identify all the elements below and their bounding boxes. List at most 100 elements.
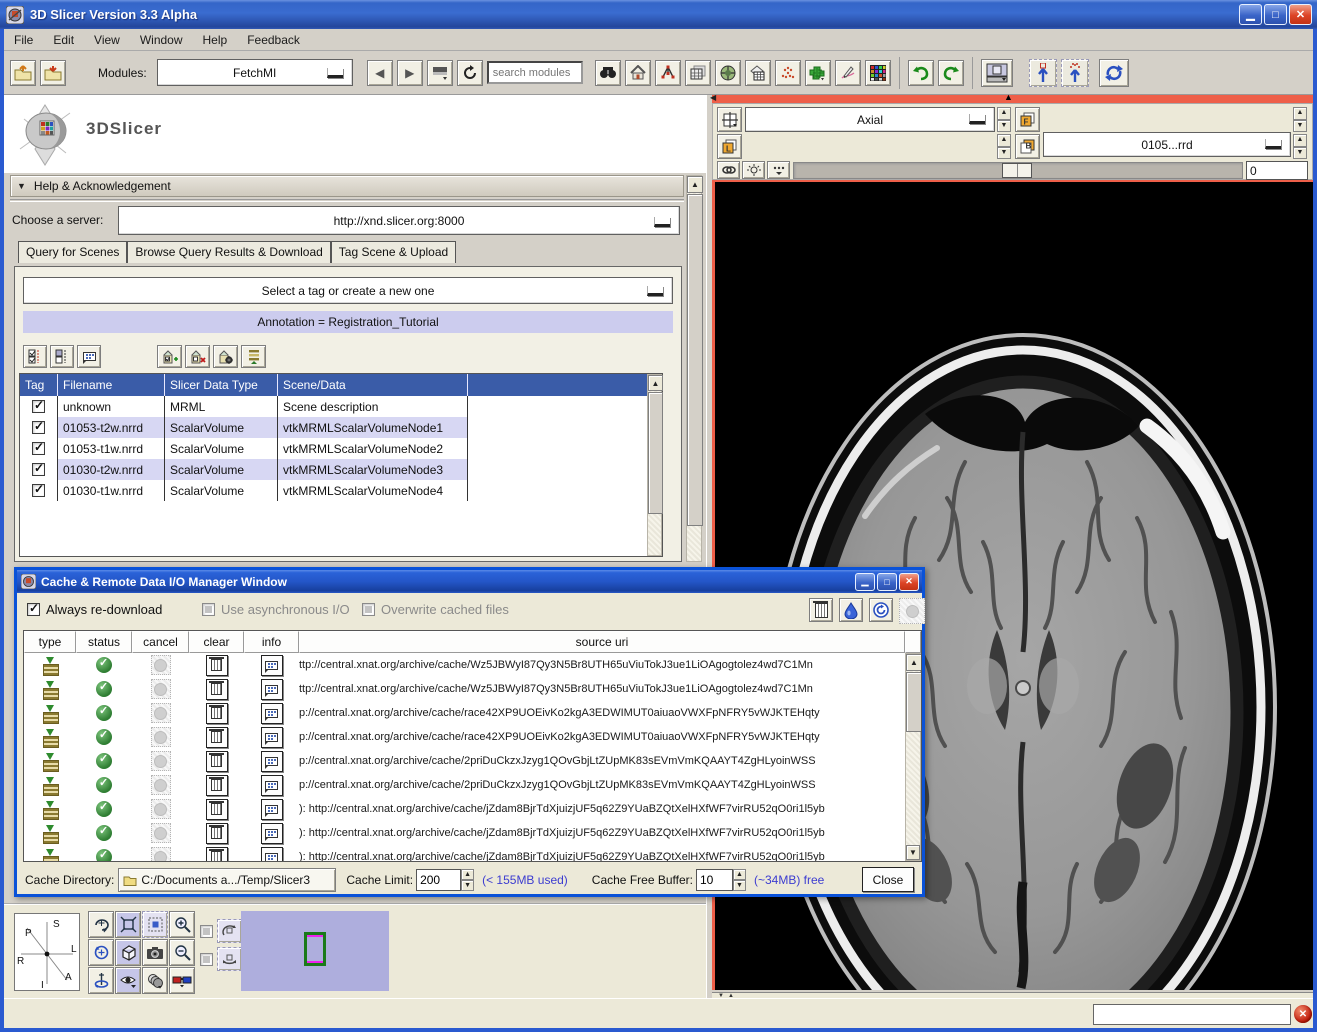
col-source-uri[interactable]: source uri [299, 631, 905, 653]
uri-info-button[interactable] [261, 751, 283, 772]
remove-tag-button[interactable] [185, 345, 210, 368]
transfer-row[interactable]: p://central.xnat.org/archive/cache/2priD… [24, 749, 921, 773]
overwrite-cached-checkbox[interactable] [362, 603, 375, 616]
menu-help[interactable]: Help [193, 30, 238, 50]
uri-info-button[interactable] [261, 799, 283, 820]
load-scene-button[interactable] [10, 60, 36, 86]
home-module-button[interactable] [625, 60, 651, 86]
row-info-button[interactable] [77, 345, 101, 368]
select-all-rows-button[interactable] [23, 345, 47, 368]
col-type[interactable]: type [24, 631, 76, 653]
collapse-left-icon[interactable]: ◀ [710, 93, 716, 102]
uri-info-button[interactable] [261, 823, 283, 844]
status-message-field[interactable] [1093, 1004, 1291, 1025]
transfer-row[interactable]: ttp://central.xnat.org/archive/cache/Wz5… [24, 653, 921, 677]
tab-query-for-scenes[interactable]: Query for Scenes [18, 241, 127, 263]
roi-module-button[interactable] [805, 60, 831, 86]
table-row[interactable]: 01030-t1w.nrrd ScalarVolume vtkMRMLScala… [20, 480, 662, 501]
fiducial-place-button[interactable] [1061, 59, 1089, 87]
scroll-down-arrow[interactable]: ▼ [906, 845, 920, 860]
slice-color-bar[interactable]: ◀ ▲ [712, 95, 1313, 103]
refresh-cache-size-button[interactable] [839, 598, 863, 622]
col-cancel[interactable]: cancel [132, 631, 189, 653]
orientation-spinner[interactable]: ▲▼ [997, 107, 1011, 132]
dialog-title-bar[interactable]: Cache & Remote Data I/O Manager Window ▁… [17, 570, 922, 593]
row-checkbox[interactable] [32, 400, 45, 413]
error-log-button[interactable]: ✕ [1294, 1005, 1312, 1023]
clear-entry-button[interactable] [206, 727, 228, 748]
module-panel-scrollbar[interactable]: ▲ [686, 175, 702, 562]
cube-view-button[interactable] [115, 939, 141, 966]
slice-offset-slider[interactable] [793, 162, 1243, 179]
transfer-row[interactable]: p://central.xnat.org/archive/cache/2priD… [24, 773, 921, 797]
clear-entry-button[interactable] [206, 655, 228, 676]
scrollbar-thumb[interactable] [687, 194, 703, 526]
foreground-spinner[interactable]: ▲▼ [1293, 107, 1307, 132]
background-spinner[interactable]: ▲▼ [1293, 134, 1307, 159]
foreground-volume-dropdown[interactable]: 0105...rrd [1043, 132, 1291, 157]
foreground-layer-button[interactable]: F [1015, 107, 1040, 132]
table-row[interactable]: 01053-t2w.nrrd ScalarVolume vtkMRMLScala… [20, 417, 662, 438]
cancel-disabled-icon[interactable] [151, 775, 171, 795]
title-bar[interactable]: 3D Slicer Version 3.3 Alpha ▁ □ ✕ [0, 0, 1317, 29]
navigation-preview[interactable] [241, 911, 389, 991]
cancel-disabled-icon[interactable] [151, 799, 171, 819]
module-refresh-button[interactable] [457, 60, 483, 86]
volumes-module-button[interactable] [685, 60, 711, 86]
row-checkbox[interactable] [32, 442, 45, 455]
transfer-table-scrollbar[interactable]: ▲ ▼ [905, 653, 921, 861]
transfer-row[interactable]: p://central.xnat.org/archive/cache/race4… [24, 701, 921, 725]
cancel-disabled-icon[interactable] [151, 703, 171, 723]
save-scene-button[interactable] [40, 60, 66, 86]
module-search-button[interactable] [595, 60, 621, 86]
row-checkbox[interactable] [32, 484, 45, 497]
menu-file[interactable]: File [4, 30, 43, 50]
undo-button[interactable] [908, 60, 934, 86]
compositing-spinner[interactable]: ▲▼ [997, 134, 1011, 159]
clear-entry-button[interactable] [206, 775, 228, 796]
clear-entry-button[interactable] [206, 679, 228, 700]
deselect-all-rows-button[interactable] [50, 345, 74, 368]
cache-free-buffer-spinbox[interactable]: 10 ▲▼ [696, 869, 746, 891]
uri-info-button[interactable] [261, 655, 283, 676]
cache-limit-spinbox[interactable]: 200 ▲▼ [416, 869, 474, 891]
spin-checkbox[interactable] [200, 925, 213, 938]
table-row[interactable]: 01030-t2w.nrrd ScalarVolume vtkMRMLScala… [20, 459, 662, 480]
slider-handle[interactable] [1002, 163, 1032, 178]
rotate-ccw-button[interactable] [88, 939, 114, 966]
transfer-row[interactable]: ttp://central.xnat.org/archive/cache/Wz5… [24, 677, 921, 701]
visibility-button[interactable] [115, 967, 141, 994]
module-next-button[interactable]: ▶ [397, 60, 423, 86]
cancel-all-disabled-button[interactable] [899, 598, 925, 624]
scroll-up-arrow[interactable]: ▲ [648, 375, 663, 391]
cancel-disabled-icon[interactable] [151, 823, 171, 843]
help-acknowledgement-header[interactable]: ▼ Help & Acknowledgement [10, 175, 684, 197]
results-table-scrollbar[interactable]: ▲ [647, 374, 662, 556]
rotate-camera-button[interactable] [88, 911, 114, 938]
center-view-button[interactable] [115, 911, 141, 938]
row-checkbox[interactable] [32, 421, 45, 434]
zoom-out-button[interactable] [169, 939, 195, 966]
refresh-transfer-status-button[interactable] [869, 598, 893, 622]
tab-tag-scene-upload[interactable]: Tag Scene & Upload [331, 241, 456, 263]
always-redownload-option[interactable]: Always re-download [27, 602, 162, 617]
dialog-close-button[interactable]: ✕ [899, 573, 919, 591]
sync-views-button[interactable] [1099, 59, 1129, 87]
overwrite-cached-option[interactable]: Overwrite cached files [362, 602, 509, 617]
cancel-disabled-icon[interactable] [151, 727, 171, 747]
clear-entry-button[interactable] [206, 847, 228, 863]
apply-tag-button[interactable] [157, 345, 182, 368]
sort-rows-button[interactable] [241, 345, 266, 368]
col-clear[interactable]: clear [189, 631, 244, 653]
layout-chooser-button[interactable] [981, 59, 1013, 87]
async-io-checkbox[interactable] [202, 603, 215, 616]
cancel-disabled-icon[interactable] [151, 679, 171, 699]
link-slices-button[interactable] [717, 161, 740, 179]
menu-feedback[interactable]: Feedback [237, 30, 310, 50]
table-row[interactable]: unknown MRML Scene description [20, 396, 662, 417]
cache-directory-button[interactable]: C:/Documents a.../Temp/Slicer3 [118, 868, 336, 892]
close-button[interactable]: ✕ [1289, 4, 1312, 25]
transfer-row[interactable]: p://central.xnat.org/archive/cache/race4… [24, 725, 921, 749]
scrollbar-thumb[interactable] [906, 672, 922, 732]
select-window-button[interactable] [142, 911, 168, 938]
